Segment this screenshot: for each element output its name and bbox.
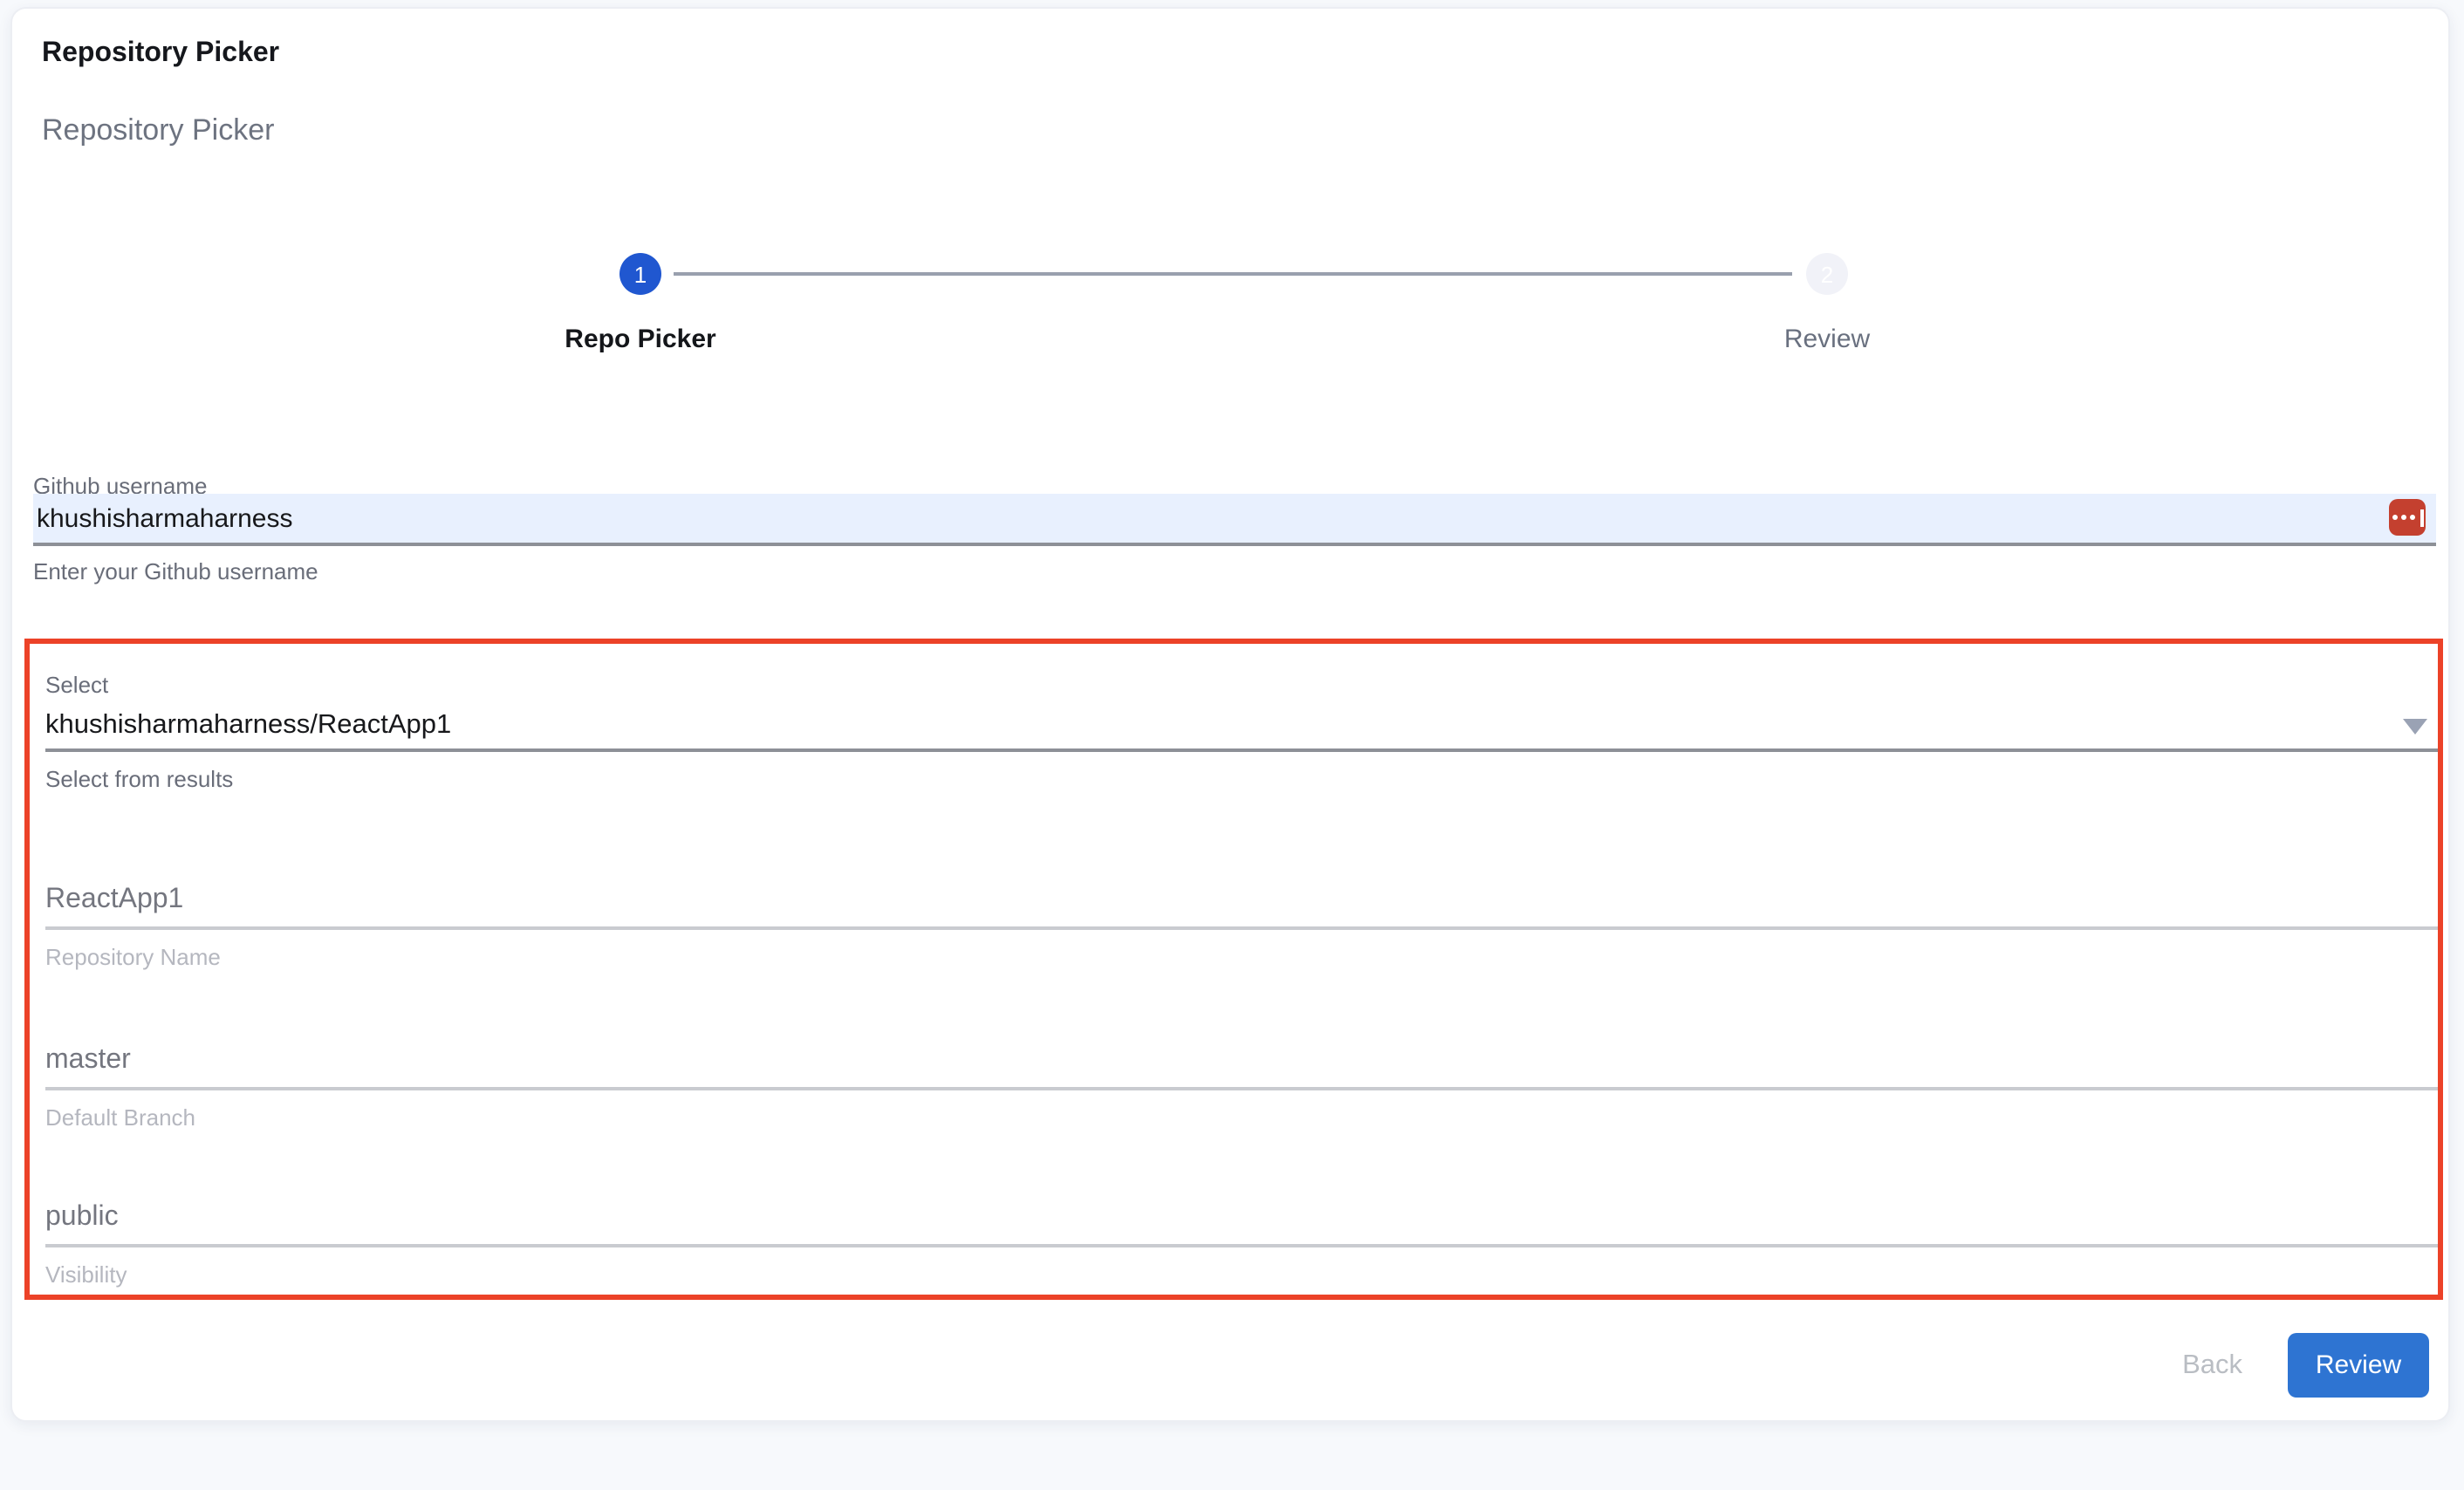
step-2-number: 2 (1821, 261, 1833, 287)
visibility-label: Visibility (45, 1261, 127, 1288)
repo-select-helper: Select from results (45, 766, 233, 792)
step-2-label: Review (1653, 325, 2002, 354)
repo-details-highlight-box: Select khushisharmaharness/ReactApp1 Sel… (24, 639, 2443, 1300)
page-subtitle: Repository Picker (42, 113, 274, 148)
repository-picker-page: Repository Picker Repository Picker 1 2 … (0, 0, 2464, 1490)
back-button[interactable]: Back (2182, 1350, 2242, 1381)
default-branch-label: Default Branch (45, 1104, 195, 1131)
autofill-dot (2400, 515, 2406, 520)
step-1-number: 1 (634, 261, 647, 287)
visibility-value[interactable]: public (45, 1202, 2438, 1247)
step-1-label: Repo Picker (466, 325, 815, 354)
stepper-connector-line (674, 272, 1792, 276)
repo-select-value: khushisharmaharness/ReactApp1 (45, 701, 2438, 748)
autofill-dot (2392, 515, 2397, 520)
review-button[interactable]: Review (2288, 1333, 2429, 1398)
repo-select-label: Select (45, 672, 108, 698)
repository-name-value[interactable]: ReactApp1 (45, 885, 2438, 930)
password-manager-autofill-icon[interactable] (2389, 499, 2426, 536)
autofill-dot (2409, 515, 2414, 520)
default-branch-value[interactable]: master (45, 1045, 2438, 1090)
step-2-indicator[interactable]: 2 (1806, 253, 1848, 295)
github-username-input[interactable] (33, 494, 2436, 546)
chevron-down-icon (2403, 719, 2427, 735)
page-title: Repository Picker (42, 38, 279, 70)
github-username-helper: Enter your Github username (33, 558, 318, 584)
footer-actions: Back Review (2182, 1333, 2429, 1398)
repository-name-label: Repository Name (45, 944, 221, 970)
step-1-indicator[interactable]: 1 (619, 253, 661, 295)
autofill-cursor-bar (2420, 509, 2423, 526)
repository-picker-card: Repository Picker Repository Picker 1 2 … (10, 7, 2450, 1422)
repo-select-dropdown[interactable]: khushisharmaharness/ReactApp1 (45, 701, 2438, 752)
